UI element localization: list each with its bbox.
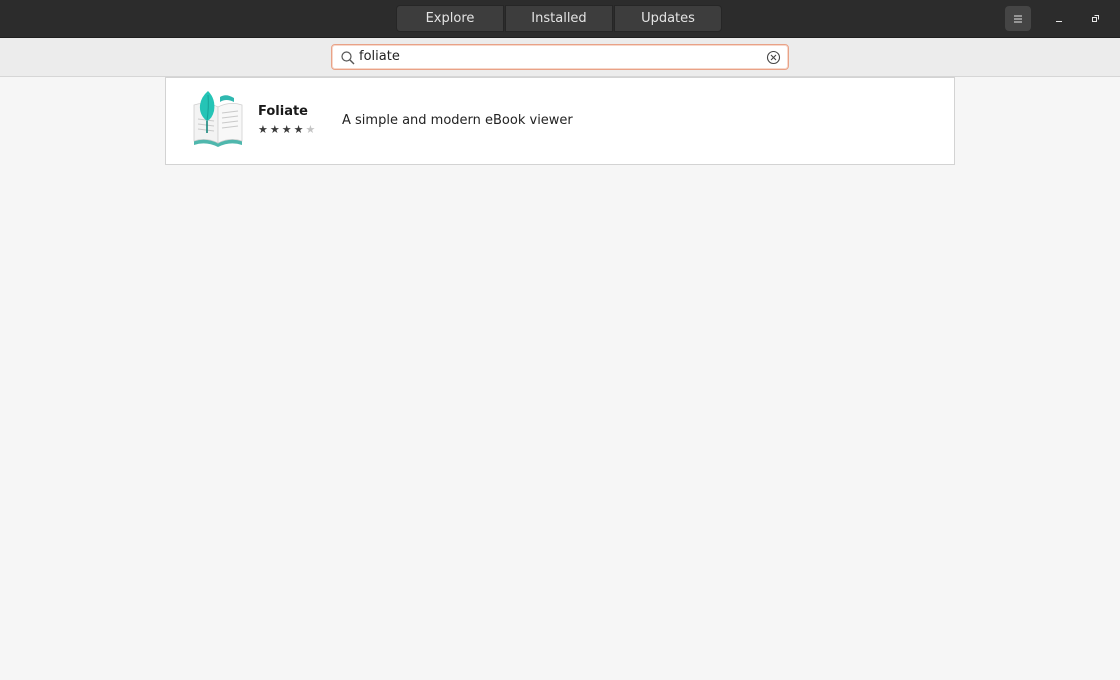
- header-bar: Explore Installed Updates: [0, 0, 1120, 38]
- app-name: Foliate: [258, 104, 309, 119]
- clear-icon[interactable]: [766, 50, 781, 65]
- search-icon: [341, 51, 355, 65]
- star-filled-icon: ★: [269, 123, 280, 136]
- tab-updates[interactable]: Updates: [614, 5, 722, 32]
- foliate-book-leaf-icon: [193, 91, 243, 147]
- tab-installed[interactable]: Installed: [505, 5, 613, 32]
- star-empty-icon: ★: [305, 123, 316, 136]
- minimize-icon: [1056, 20, 1062, 22]
- star-rating: ★ ★ ★ ★ ★: [258, 124, 317, 135]
- search-bar: foliate: [0, 38, 1120, 77]
- view-switcher: Explore Installed Updates: [396, 5, 723, 32]
- app-summary: A simple and modern eBook viewer: [342, 113, 573, 128]
- tab-explore[interactable]: Explore: [396, 5, 504, 32]
- restore-button[interactable]: [1083, 6, 1107, 31]
- search-input[interactable]: foliate: [331, 44, 789, 70]
- search-query-text: foliate: [359, 49, 400, 64]
- restore-icon: [1092, 14, 1099, 22]
- minimize-button[interactable]: [1047, 6, 1071, 31]
- search-result-row[interactable]: Foliate ★ ★ ★ ★ ★ A simple and modern eB…: [165, 77, 955, 165]
- star-filled-icon: ★: [281, 123, 292, 136]
- hamburger-menu-icon: [1014, 15, 1022, 22]
- star-filled-icon: ★: [293, 123, 304, 136]
- app-menu-button[interactable]: [1005, 6, 1031, 31]
- star-filled-icon: ★: [258, 123, 268, 136]
